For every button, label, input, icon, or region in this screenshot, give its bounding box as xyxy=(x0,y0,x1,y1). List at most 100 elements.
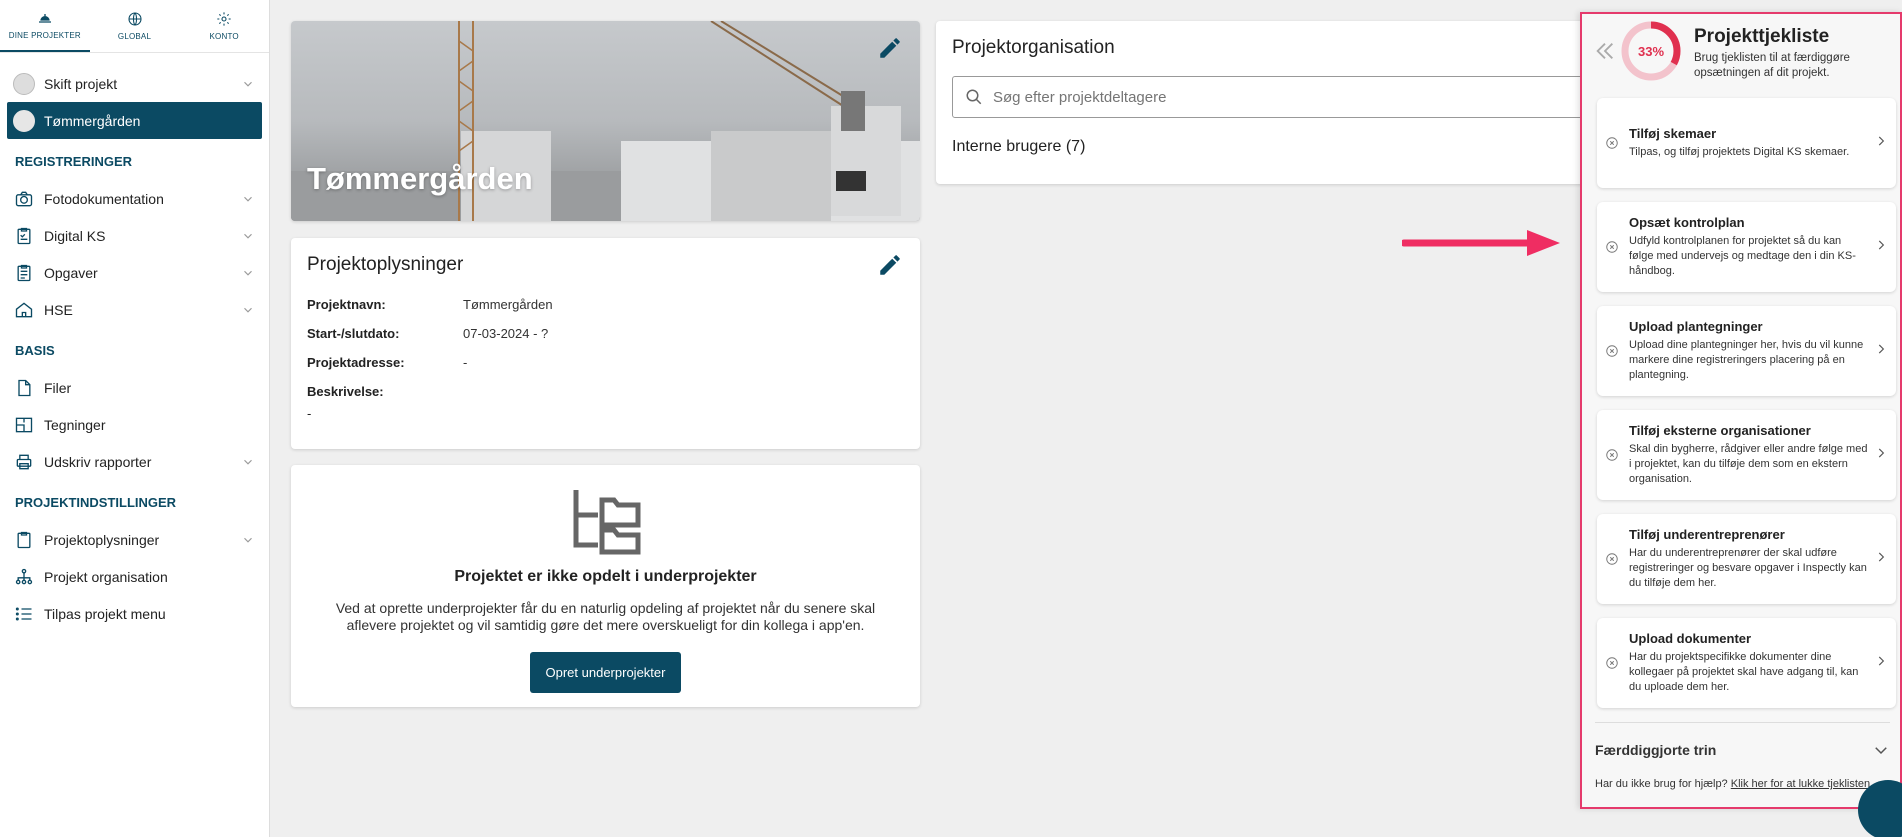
checklist-item[interactable]: Upload plantegninger Upload dine plantegn… xyxy=(1597,306,1896,396)
sidebar-item-projektoplysninger[interactable]: Projektoplysninger xyxy=(0,521,269,558)
tab-dine-projekter[interactable]: DINE PROJEKTER xyxy=(0,0,90,52)
tab-konto[interactable]: KONTO xyxy=(179,0,269,52)
section-registreringer: REGISTRERINGER xyxy=(15,154,133,169)
info-description-value: - xyxy=(307,406,312,421)
sidebar-item-label: Udskriv rapporter xyxy=(44,453,152,470)
tab-global[interactable]: GLOBAL xyxy=(90,0,180,52)
close-checklist-link[interactable]: Klik her for at lukke tjeklisten xyxy=(1731,778,1870,790)
subprojects-text: Ved at oprette underprojekter får du en … xyxy=(335,600,876,633)
info-heading: Projektoplysninger xyxy=(307,254,464,275)
tab-label: GLOBAL xyxy=(117,32,152,41)
subprojects-heading: Projektet er ikke opdelt i underprojekte… xyxy=(454,568,757,585)
info-key: Start-/slutdato: xyxy=(307,326,400,341)
chevron-down-icon xyxy=(244,81,252,87)
checklist-item[interactable]: Tilføj underentreprenører Har du underent… xyxy=(1597,514,1896,604)
pencil-icon xyxy=(880,38,900,58)
checklist-item-desc: Udfyld kontrolplanen for projektet så du… xyxy=(1629,235,1856,277)
chevron-down-icon xyxy=(244,270,252,276)
checklist-item[interactable]: Opsæt kontrolplan Udfyld kontrolplanen fo… xyxy=(1597,202,1896,292)
chevron-down-icon xyxy=(244,307,252,313)
current-project[interactable]: Tømmergården xyxy=(7,102,262,139)
checklist-footer: Har du ikke brug for hjælp? Klik her for… xyxy=(1595,778,1900,790)
printer-icon xyxy=(12,451,36,473)
sidebar-item-label: Filer xyxy=(44,379,72,396)
checklist-item-desc: Skal din bygherre, rådgiver eller andre … xyxy=(1629,443,1868,485)
info-value: - xyxy=(463,355,468,370)
chevron-down-icon xyxy=(244,537,252,543)
globe-icon xyxy=(127,12,142,26)
camera-icon xyxy=(12,188,36,210)
chevron-right-icon xyxy=(1874,654,1888,673)
footer-text: Har du ikke brug for hjælp? xyxy=(1595,778,1728,790)
sidebar-item-label: HSE xyxy=(44,301,73,318)
info-row-name: Projektnavn: Tømmergården xyxy=(307,290,904,319)
sidebar-item-fotodokumentation[interactable]: Fotodokumentation xyxy=(0,180,269,217)
sidebar-item-label: Opgaver xyxy=(44,264,98,281)
sidebar-item-label: Digital KS xyxy=(44,227,106,244)
checklist-item-title: Upload dokumenter xyxy=(1629,631,1752,646)
project-organisation-card: Projektorganisation Interne brugere (7) xyxy=(936,21,1592,184)
tab-label: KONTO xyxy=(209,32,239,41)
checklist-header: 33% Projekttjekliste Brug tjeklisten til… xyxy=(1582,14,1900,98)
completed-steps-toggle[interactable]: Færddiggjorte trin xyxy=(1595,722,1890,766)
double-chevron-left-icon xyxy=(1596,43,1613,59)
clipboard-icon xyxy=(12,529,36,551)
gear-icon xyxy=(217,12,231,26)
pencil-icon xyxy=(880,255,900,275)
drawing-icon xyxy=(12,414,36,436)
sidebar-item-hse[interactable]: HSE xyxy=(0,291,269,328)
info-row-address: Projektadresse: - xyxy=(307,348,904,377)
chevron-down-icon xyxy=(244,196,252,202)
checklist-item-desc: Tilpas, og tilføj projektets Digital KS … xyxy=(1629,146,1850,158)
internal-users[interactable]: Interne brugere (7) xyxy=(952,138,1575,156)
sidebar-item-projekt-organisation[interactable]: Projekt organisation xyxy=(0,558,269,595)
circle-x-icon xyxy=(1605,448,1619,462)
edit-info-button[interactable] xyxy=(877,252,903,278)
chevron-down-icon xyxy=(244,459,252,465)
org-heading: Projektorganisation xyxy=(952,37,1115,58)
checklist-item[interactable]: Tilføj eksterne organisationer Skal din b… xyxy=(1597,410,1896,500)
sidebar-item-tilpas-projekt-menu[interactable]: Tilpas projekt menu xyxy=(0,595,269,632)
checklist-item[interactable]: Tilføj skemaer Tilpas, og tilføj projekte… xyxy=(1597,98,1896,188)
sidebar-item-label: Projekt organisation xyxy=(44,568,168,585)
completed-steps-label: Færddiggjorte trin xyxy=(1595,741,1717,758)
search-input[interactable] xyxy=(993,88,1579,106)
project-info-card: Projektoplysninger Projektnavn: Tømmergår… xyxy=(291,238,920,449)
circle-x-icon xyxy=(1605,240,1619,254)
checklist-item-desc: Har du projektspecifikke dokumenter dine… xyxy=(1629,651,1859,693)
circle-x-icon xyxy=(1605,656,1619,670)
switch-project-label: Skift projekt xyxy=(44,75,118,92)
sidebar-item-label: Fotodokumentation xyxy=(44,190,164,207)
edit-hero-button[interactable] xyxy=(877,35,903,61)
participant-search[interactable] xyxy=(952,76,1592,118)
file-icon xyxy=(12,377,36,399)
chevron-right-icon xyxy=(1874,550,1888,569)
checklist-icon xyxy=(12,225,36,247)
checklist-item-title: Upload plantegninger xyxy=(1629,319,1763,334)
chevron-down-icon xyxy=(244,233,252,239)
switch-project[interactable]: Skift projekt xyxy=(0,65,269,102)
circle-x-icon xyxy=(1605,136,1619,150)
project-avatar-icon xyxy=(12,109,36,132)
sidebar-item-opgaver[interactable]: Opgaver xyxy=(0,254,269,291)
info-row-dates: Start-/slutdato: 07-03-2024 - ? xyxy=(307,319,904,348)
sidebar-item-tegninger[interactable]: Tegninger xyxy=(0,406,269,443)
create-subprojects-button[interactable]: Opret underprojekter xyxy=(529,652,682,693)
checklist-item-desc: Har du underentreprenører der skal udfør… xyxy=(1629,547,1867,589)
info-value: Tømmergården xyxy=(463,297,553,312)
checklist-item[interactable]: Upload dokumenter Har du projektspecifikk… xyxy=(1597,618,1896,708)
project-avatar-icon xyxy=(12,72,36,95)
collapse-button[interactable] xyxy=(1594,40,1616,67)
checklist-subtitle: Brug tjeklisten til at færdiggøre opsætn… xyxy=(1694,52,1850,79)
sidebar-item-filer[interactable]: Filer xyxy=(0,369,269,406)
sidebar-item-udskriv-rapporter[interactable]: Udskriv rapporter xyxy=(0,443,269,480)
clipboard-icon xyxy=(12,262,36,284)
helmet-icon xyxy=(38,14,51,23)
current-project-label: Tømmergården xyxy=(44,112,141,129)
checklist-title: Projekttjekliste xyxy=(1694,26,1830,47)
org-chart-icon xyxy=(12,566,36,588)
folder-tree-icon xyxy=(573,490,640,555)
checklist-item-title: Tilføj underentreprenører xyxy=(1629,527,1785,542)
sidebar-item-digital-ks[interactable]: Digital KS xyxy=(0,217,269,254)
sidebar-item-label: Tilpas projekt menu xyxy=(44,605,166,622)
